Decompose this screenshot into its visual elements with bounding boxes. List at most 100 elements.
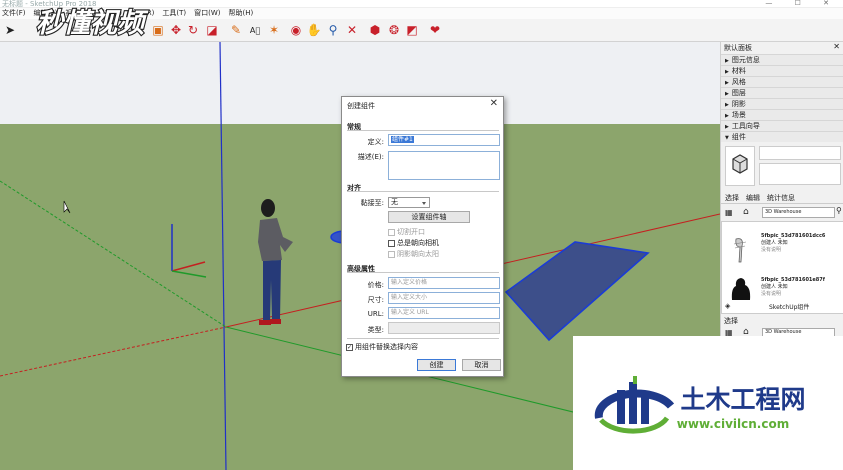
face-camera-checkbox[interactable]: 总是朝向相机: [388, 238, 439, 248]
zoom-icon[interactable]: ⚲: [325, 22, 341, 38]
shadows-sun-checkbox[interactable]: 阴影朝向太阳: [388, 249, 439, 259]
type-select[interactable]: [388, 322, 500, 334]
collection-title: SketchUp组件: [769, 304, 810, 311]
panel-label: 图层: [731, 89, 746, 97]
search-input[interactable]: 3D Warehouse: [762, 207, 835, 218]
panel-shadows[interactable]: ▶ 阴影: [721, 98, 843, 109]
sketchup-logo-icon: ◈: [725, 302, 731, 310]
shadows-sun-label: 阴影朝向太阳: [397, 250, 439, 258]
select-icon[interactable]: ➤: [2, 22, 18, 38]
home-icon[interactable]: ⌂: [743, 207, 749, 217]
watermark-text: 秒懂视频: [36, 8, 149, 39]
axes-icon[interactable]: ✶: [266, 22, 282, 38]
item-creator: 创建人 未知: [761, 240, 788, 246]
panel-scenes[interactable]: ▶ 场景: [721, 109, 843, 120]
cut-opening-label: 切割开口: [397, 228, 425, 236]
item-desc: 没有说明: [761, 291, 782, 297]
menu-tools[interactable]: 工具(T): [162, 8, 186, 19]
item-name: 5fbpic_53d781601dcc6: [761, 233, 826, 239]
replace-selection-label: 用组件替换选择内容: [355, 343, 418, 351]
price-input[interactable]: 输入定义价格: [388, 277, 500, 289]
window-controls[interactable]: — ☐ ✕: [765, 0, 839, 7]
close-icon[interactable]: ✕: [490, 98, 498, 109]
price-label: 价格:: [367, 281, 384, 289]
layout-icon[interactable]: ◩: [404, 22, 420, 38]
tab-edit[interactable]: 编辑: [746, 192, 760, 203]
panel-label: 工具向导: [731, 122, 760, 130]
panel-label: 风格: [731, 78, 746, 86]
scale-icon[interactable]: ◪: [204, 22, 220, 38]
close-icon[interactable]: ✕: [833, 42, 840, 51]
component-desc-box[interactable]: [759, 163, 841, 185]
divider: [347, 191, 499, 192]
divider: [347, 338, 499, 339]
cancel-button[interactable]: 取消: [462, 359, 501, 371]
face-camera-label: 总是朝向相机: [397, 239, 439, 247]
logo-emblem-icon: [594, 376, 675, 434]
pan-icon[interactable]: ✋: [306, 22, 322, 38]
definition-value: 组件#1: [391, 136, 414, 143]
panel-label: 组件: [731, 133, 746, 141]
component-thumb[interactable]: [727, 276, 755, 302]
size-input[interactable]: 输入定义大小: [388, 292, 500, 304]
set-axes-button[interactable]: 设置组件轴: [388, 211, 470, 223]
description-input[interactable]: [388, 151, 500, 180]
menu-help[interactable]: 帮助(H): [228, 8, 253, 19]
list-item[interactable]: 5fbpic_53d781601e87f 创建人 未知 没有说明: [761, 277, 825, 298]
sketchup-window: 无标题 - SketchUp Pro 2018 — ☐ ✕ 文件(F) 编辑(E…: [0, 0, 843, 470]
divider: [347, 130, 499, 131]
dialog-title: 创建组件: [347, 102, 375, 110]
text-icon[interactable]: A⃞: [247, 22, 263, 38]
divider: [347, 272, 499, 273]
replace-selection-checkbox[interactable]: ✓ 用组件替换选择内容: [346, 342, 418, 352]
menu-window[interactable]: 窗口(W): [194, 8, 220, 19]
tab-statistics[interactable]: 统计信息: [767, 192, 795, 203]
component-thumb[interactable]: [726, 234, 756, 264]
watermark-logo: 秒懂视频: [35, 7, 150, 40]
panel-layers[interactable]: ▶ 图层: [721, 87, 843, 98]
move-icon[interactable]: ✥: [168, 22, 184, 38]
panel-label: 材料: [731, 67, 746, 75]
type-label: 类型:: [367, 326, 384, 334]
url-input[interactable]: 输入定义 URL: [388, 307, 500, 319]
view-options-icon[interactable]: ▦: [725, 208, 733, 217]
component-preview: [725, 146, 755, 186]
panel-label: 阴影: [731, 100, 746, 108]
definition-input[interactable]: 组件#1: [388, 134, 500, 146]
panel-entity-info[interactable]: ▶ 图元信息: [721, 54, 843, 65]
component-list: 5fbpic_53d781601dcc6 创建人 未知 没有说明 5fbpic_…: [721, 221, 843, 314]
orbit-icon[interactable]: ◉: [288, 22, 304, 38]
create-component-dialog: 创建组件 ✕ 常规 定义: 组件#1 描述(E): 对齐 黏接至: 无 设置组件…: [341, 96, 504, 377]
description-label: 描述(E):: [357, 153, 384, 161]
tray-title: 默认面板: [724, 44, 752, 52]
search-icon[interactable]: ⚲: [836, 206, 842, 215]
civilcn-logo: 土木工程网 www.civilcn.com: [573, 336, 843, 470]
cut-opening-checkbox[interactable]: 切割开口: [388, 227, 425, 237]
component-name-box[interactable]: [759, 146, 841, 160]
logo-title: 土木工程网: [680, 385, 805, 414]
panel-label: 图元信息: [731, 56, 760, 64]
panel-components[interactable]: ▼ 组件: [721, 131, 843, 142]
component-tabs: 选择 编辑 统计信息: [721, 192, 843, 204]
tape-measure-icon[interactable]: ✎: [228, 22, 244, 38]
panel-label: 场景: [731, 111, 746, 119]
create-button[interactable]: 创建: [417, 359, 456, 371]
warehouse-icon[interactable]: ⬢: [367, 22, 383, 38]
select-label: 选择: [724, 317, 738, 325]
rotate-icon[interactable]: ↻: [185, 22, 201, 38]
logo-url: www.civilcn.com: [677, 417, 789, 431]
component-icon[interactable]: ❤: [427, 22, 443, 38]
url-label: URL:: [367, 310, 384, 318]
panel-styles[interactable]: ▶ 风格: [721, 76, 843, 87]
list-item[interactable]: 5fbpic_53d781601dcc6 创建人 未知 没有说明: [761, 233, 825, 254]
item-name: 5fbpic_53d781601e87f: [761, 277, 825, 283]
item-desc: 没有说明: [761, 247, 782, 253]
tab-select[interactable]: 选择: [725, 192, 739, 203]
zoom-extents-icon[interactable]: ✕: [344, 22, 360, 38]
panel-materials[interactable]: ▶ 材料: [721, 65, 843, 76]
glue-select[interactable]: 无: [388, 197, 430, 208]
extension-warehouse-icon[interactable]: ❂: [386, 22, 402, 38]
glue-label: 黏接至:: [360, 199, 384, 207]
panel-instructor[interactable]: ▶ 工具向导: [721, 120, 843, 131]
item-creator: 创建人 未知: [761, 284, 788, 290]
